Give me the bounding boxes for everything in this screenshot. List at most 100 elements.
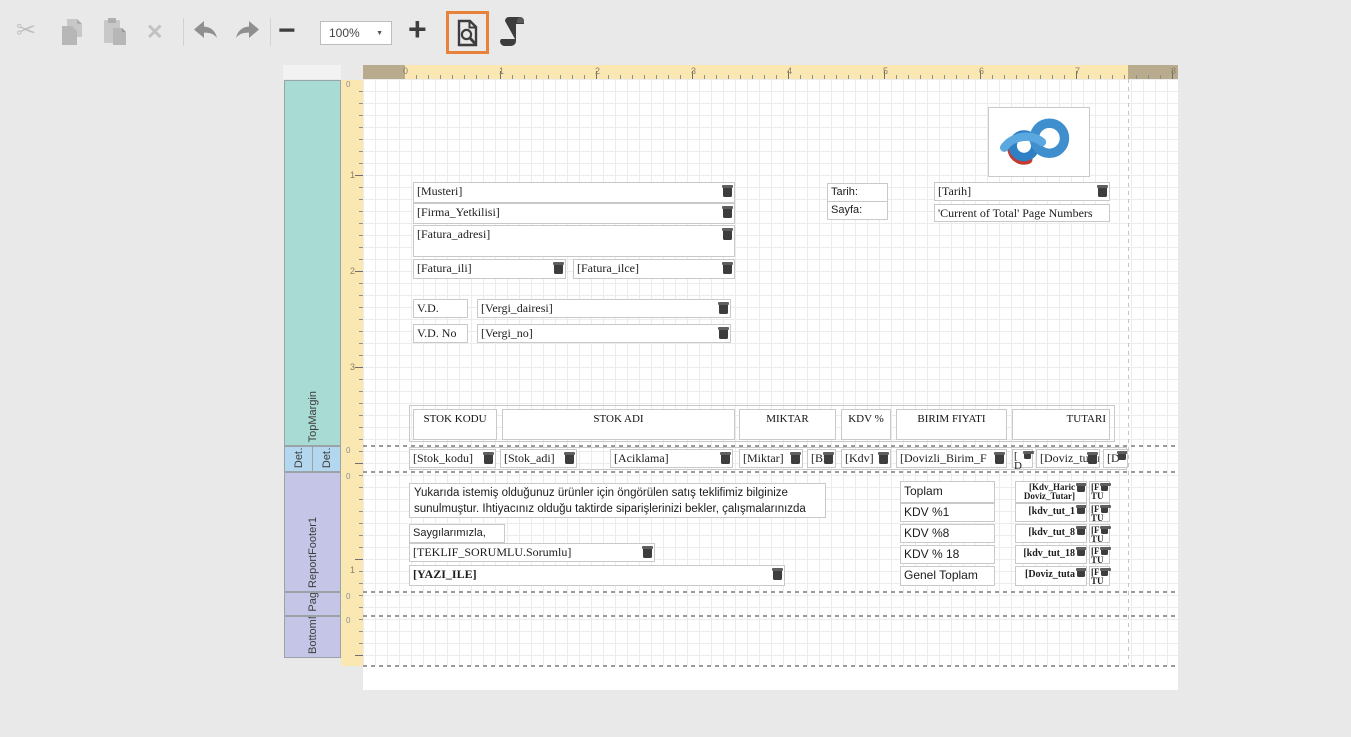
field-fatura-adresi[interactable]: [Fatura_adresi]	[413, 225, 735, 257]
column-header-tutari[interactable]: TUTARI	[1012, 409, 1110, 440]
column-header-miktar[interactable]: MIKTAR	[739, 409, 836, 440]
script-icon[interactable]	[498, 16, 526, 48]
database-field-icon	[773, 568, 782, 580]
zoom-out-icon[interactable]: −	[278, 16, 296, 46]
database-field-icon	[1077, 526, 1085, 535]
ruler-number: 1	[343, 170, 355, 180]
database-field-icon	[565, 452, 574, 464]
summary-currency[interactable]: [F TU	[1089, 503, 1110, 522]
ruler-number: 1	[499, 66, 504, 76]
band-bottom-margin[interactable]: BottomM…	[284, 616, 341, 658]
logo-frame[interactable]	[988, 107, 1090, 177]
summary-label-genel-toplam[interactable]: Genel Toplam	[900, 566, 995, 586]
chevron-down-icon: ▼	[376, 30, 383, 37]
zoom-in-icon[interactable]: +	[408, 13, 427, 45]
summary-currency[interactable]: [F TU	[1089, 524, 1110, 543]
label-vd-no[interactable]: V.D. No	[413, 324, 468, 343]
cut-icon[interactable]: ✂	[16, 19, 36, 43]
ruler-number: 0	[403, 66, 408, 76]
horizontal-ruler: 0 1 2 3 4 5 6 7 8	[363, 65, 1178, 79]
band-detail-outer[interactable]: Det…	[284, 446, 313, 472]
band-separator	[363, 665, 1178, 667]
field-fatura-ili[interactable]: [Fatura_ili]	[413, 259, 566, 279]
ruler-corner	[283, 65, 341, 79]
band-page-footer[interactable]: Pag…	[284, 592, 341, 616]
field-tarih[interactable]: [Tarih]	[934, 182, 1110, 201]
ruler-number: 3	[691, 66, 696, 76]
summary-value-toplam[interactable]: [Kdv_Haric Doviz_Tutar]	[1015, 481, 1087, 503]
field-vergi-dairesi[interactable]: [Vergi_dairesi]	[477, 299, 731, 318]
field-doviz-tutar[interactable]: [Doviz_tutar]	[1036, 449, 1100, 468]
band-report-footer[interactable]: ReportFooter1	[284, 472, 341, 592]
database-field-icon	[1088, 452, 1097, 464]
database-field-icon	[484, 452, 493, 464]
summary-label-toplam[interactable]: Toplam	[900, 481, 995, 503]
summary-currency[interactable]: [F TU	[1089, 545, 1110, 564]
paste-icon[interactable]	[101, 16, 129, 47]
field-birim[interactable]: [Biri	[807, 449, 836, 468]
database-field-icon	[824, 452, 833, 464]
field-tutar-clipped[interactable]: [D	[1103, 449, 1128, 468]
summary-label-kdv1[interactable]: KDV %1	[900, 503, 995, 522]
field-footer-paragraph[interactable]: Yukarıda istemiş olduğunuz ürünler için …	[409, 483, 826, 518]
band-top-margin[interactable]: TopMargin	[284, 80, 341, 446]
ruler-number: 7	[1075, 66, 1080, 76]
field-firma-yetkilisi[interactable]: [Firma_Yetkilisi]	[413, 203, 735, 224]
column-header-stok-adi[interactable]: STOK ADI	[502, 409, 735, 440]
preview-icon[interactable]	[455, 19, 480, 47]
field-page-numbers[interactable]: 'Current of Total' Page Numbers	[934, 204, 1110, 222]
ruler-zero: 0	[346, 592, 350, 601]
database-field-icon	[1077, 547, 1085, 556]
field-dovizli-birim-fiyati[interactable]: [Dovizli_Birim_F	[896, 449, 1007, 468]
database-field-icon	[1024, 451, 1031, 459]
summary-currency[interactable]: [F TU	[1089, 481, 1110, 503]
left-margin-zone	[363, 65, 405, 79]
database-field-icon	[643, 546, 652, 558]
database-field-icon	[1101, 483, 1108, 491]
summary-label-kdv8[interactable]: KDV %8	[900, 524, 995, 543]
field-kdv[interactable]: [Kdv]	[841, 449, 891, 468]
database-field-icon	[1101, 568, 1108, 576]
summary-value-kdv18[interactable]: [kdv_tut_18	[1015, 545, 1087, 564]
database-field-icon	[1101, 526, 1108, 534]
label-sayfa[interactable]: Sayfa:	[827, 201, 888, 220]
database-field-icon	[995, 452, 1004, 464]
field-doviz-small[interactable]: [ D	[1012, 449, 1033, 468]
zoom-level-select[interactable]: 100% ▼	[320, 21, 392, 45]
copy-icon[interactable]	[58, 17, 85, 47]
summary-value-kdv8[interactable]: [kdv_tut_8	[1015, 524, 1087, 543]
summary-currency[interactable]: [F TU	[1089, 566, 1110, 586]
field-vergi-no[interactable]: [Vergi_no]	[477, 324, 731, 343]
summary-value-kdv1[interactable]: [kdv_tut_1	[1015, 503, 1087, 522]
delete-icon[interactable]: ✕	[146, 22, 164, 43]
field-musteri[interactable]: [Musteri]	[413, 182, 735, 203]
field-stok-adi[interactable]: [Stok_adi]	[500, 449, 577, 468]
field-aciklama[interactable]: [Aciklama]	[610, 449, 733, 468]
summary-label-kdv18[interactable]: KDV % 18	[900, 545, 995, 564]
database-field-icon	[719, 302, 728, 314]
field-miktar[interactable]: [Miktar]	[739, 449, 803, 468]
database-field-icon	[723, 262, 732, 274]
ruler-number: 5	[883, 66, 888, 76]
design-surface[interactable]: [Musteri] [Firma_Yetkilisi] [Fatura_adre…	[363, 79, 1178, 690]
preview-button-highlight	[446, 11, 489, 54]
ruler-number: 8	[1171, 66, 1176, 76]
column-header-stok-kodu[interactable]: STOK KODU	[413, 409, 497, 440]
band-separator	[363, 471, 1178, 473]
label-vd[interactable]: V.D.	[413, 299, 468, 318]
undo-icon[interactable]	[192, 20, 219, 45]
field-stok-kodu[interactable]: [Stok_kodu]	[409, 449, 496, 468]
database-field-icon	[723, 206, 732, 218]
label-tarih[interactable]: Tarih:	[827, 183, 888, 202]
summary-value-genel-toplam[interactable]: [Doviz_tuta	[1015, 566, 1087, 586]
field-yazi-ile[interactable]: [YAZI_ILE]	[409, 565, 785, 586]
column-header-kdv[interactable]: KDV %	[841, 409, 891, 440]
database-field-icon	[719, 327, 728, 339]
field-fatura-ilce[interactable]: [Fatura_ilce]	[573, 259, 735, 279]
band-detail-inner[interactable]: Det…	[312, 446, 341, 472]
field-saygilarimizla[interactable]: Saygılarımızla,	[409, 524, 505, 543]
field-teklif-sorumlu[interactable]: [TEKLIF_SORUMLU.Sorumlu]	[409, 543, 655, 562]
database-field-icon	[1077, 505, 1085, 514]
redo-icon[interactable]	[234, 20, 261, 45]
column-header-birim-fiyati[interactable]: BIRIM FIYATI	[896, 409, 1007, 440]
